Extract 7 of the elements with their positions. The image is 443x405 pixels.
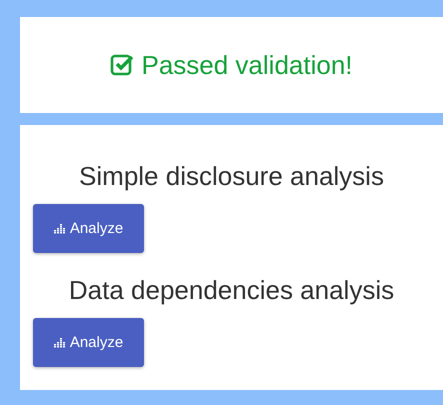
analyze-button[interactable]: Analyze <box>33 318 144 367</box>
analyze-button[interactable]: Analyze <box>33 204 144 253</box>
validation-message: Passed validation! <box>141 50 353 80</box>
bar-chart-icon <box>54 224 65 234</box>
section-heading: Simple disclosure analysis <box>78 161 385 192</box>
section-heading: Data dependencies analysis <box>68 275 396 306</box>
bar-chart-icon <box>54 338 65 348</box>
